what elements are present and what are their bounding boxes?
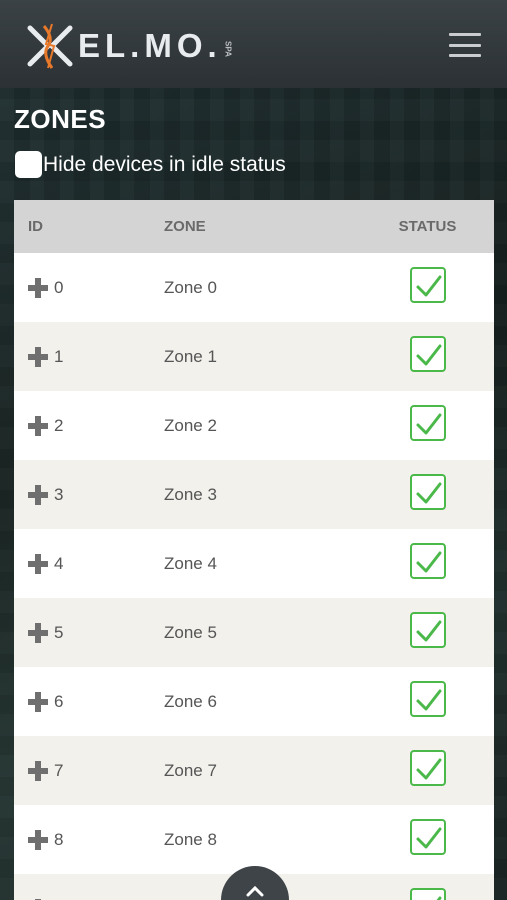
table-row[interactable]: 0 Zone 0: [14, 253, 494, 322]
zone-name: Zone 5: [164, 622, 217, 642]
status-ok-check-icon[interactable]: [409, 750, 446, 786]
zone-status-cell: [361, 681, 494, 722]
expand-plus-icon[interactable]: [28, 553, 48, 574]
logo-suffix: SPA: [223, 41, 233, 57]
table-row[interactable]: 2 Zone 2: [14, 391, 494, 460]
zone-id: 7: [54, 760, 64, 780]
hide-idle-filter[interactable]: Hide devices in idle status: [15, 151, 286, 178]
table-header: ID ZONE STATUS: [14, 200, 494, 253]
hamburger-menu-icon[interactable]: [447, 30, 483, 60]
table-row[interactable]: 4 Zone 4: [14, 529, 494, 598]
table-row[interactable]: 1 Zone 1: [14, 322, 494, 391]
page-title: ZONES: [14, 104, 107, 134]
hide-idle-checkbox[interactable]: [15, 151, 42, 178]
zone-status-cell: [361, 336, 494, 377]
zone-status-cell: [361, 474, 494, 515]
zone-name: Zone 7: [164, 760, 217, 780]
zone-status-cell: [361, 888, 494, 900]
table-row[interactable]: 8 Zone 8: [14, 805, 494, 874]
column-header-id[interactable]: ID: [14, 218, 149, 235]
table-row[interactable]: 7 Zone 7: [14, 736, 494, 805]
zone-name: Zone 3: [164, 484, 217, 504]
zone-id: 6: [54, 691, 64, 711]
elmo-emblem-icon: [27, 23, 73, 69]
column-header-status[interactable]: STATUS: [361, 218, 494, 235]
status-ok-check-icon[interactable]: [409, 681, 446, 717]
status-ok-check-icon[interactable]: [409, 612, 446, 648]
hide-idle-label: Hide devices in idle status: [43, 152, 286, 176]
zone-id: 4: [54, 553, 64, 573]
zone-status-cell: [361, 267, 494, 308]
zone-status-cell: [361, 543, 494, 584]
logo-wordmark: EL.MO.: [78, 27, 222, 64]
status-ok-check-icon[interactable]: [409, 405, 446, 441]
zone-name: Zone 1: [164, 346, 217, 366]
expand-plus-icon[interactable]: [28, 346, 48, 367]
zone-id-cell: 3: [14, 484, 149, 505]
table-row[interactable]: 5 Zone 5: [14, 598, 494, 667]
zone-id-cell: 6: [14, 691, 149, 712]
expand-plus-icon[interactable]: [28, 760, 48, 781]
status-ok-check-icon[interactable]: [409, 336, 446, 372]
elmo-logo[interactable]: EL.MO. SPA: [24, 20, 233, 72]
table-row[interactable]: 3 Zone 3: [14, 460, 494, 529]
status-ok-check-icon[interactable]: [409, 543, 446, 579]
zone-name: Zone 0: [164, 277, 217, 297]
chevron-up-icon: [246, 885, 264, 897]
zone-id-cell: 0: [14, 277, 149, 298]
zone-name: Zone 6: [164, 691, 217, 711]
zone-id: 0: [54, 277, 64, 297]
zone-status-cell: [361, 405, 494, 446]
expand-plus-icon[interactable]: [28, 622, 48, 643]
expand-plus-icon[interactable]: [28, 277, 48, 298]
status-ok-check-icon[interactable]: [409, 888, 446, 900]
zone-id-cell: 2: [14, 415, 149, 436]
column-header-zone[interactable]: ZONE: [149, 218, 361, 235]
zone-id: 5: [54, 622, 64, 642]
expand-plus-icon[interactable]: [28, 829, 48, 850]
status-ok-check-icon[interactable]: [409, 819, 446, 855]
zone-status-cell: [361, 750, 494, 791]
zone-name: Zone 2: [164, 415, 217, 435]
zone-id-cell: 8: [14, 829, 149, 850]
zone-id: 1: [54, 346, 64, 366]
expand-plus-icon[interactable]: [28, 691, 48, 712]
zone-name: Zone 4: [164, 553, 217, 573]
top-bar: EL.MO. SPA: [0, 0, 507, 88]
zone-status-cell: [361, 612, 494, 653]
zone-id-cell: 4: [14, 553, 149, 574]
zone-id: 8: [54, 829, 64, 849]
zone-id: 3: [54, 484, 64, 504]
expand-plus-icon[interactable]: [28, 415, 48, 436]
zone-status-cell: [361, 819, 494, 860]
status-ok-check-icon[interactable]: [409, 267, 446, 303]
zone-id-cell: 5: [14, 622, 149, 643]
table-row[interactable]: 6 Zone 6: [14, 667, 494, 736]
zone-id-cell: 1: [14, 346, 149, 367]
zones-table: ID ZONE STATUS 0 Zone 0 1 Zone 1 2 Zone 2 3 Zon…: [14, 200, 494, 900]
zone-name: Zone 8: [164, 829, 217, 849]
zone-id: 2: [54, 415, 64, 435]
status-ok-check-icon[interactable]: [409, 474, 446, 510]
expand-plus-icon[interactable]: [28, 484, 48, 505]
zone-id-cell: 7: [14, 760, 149, 781]
